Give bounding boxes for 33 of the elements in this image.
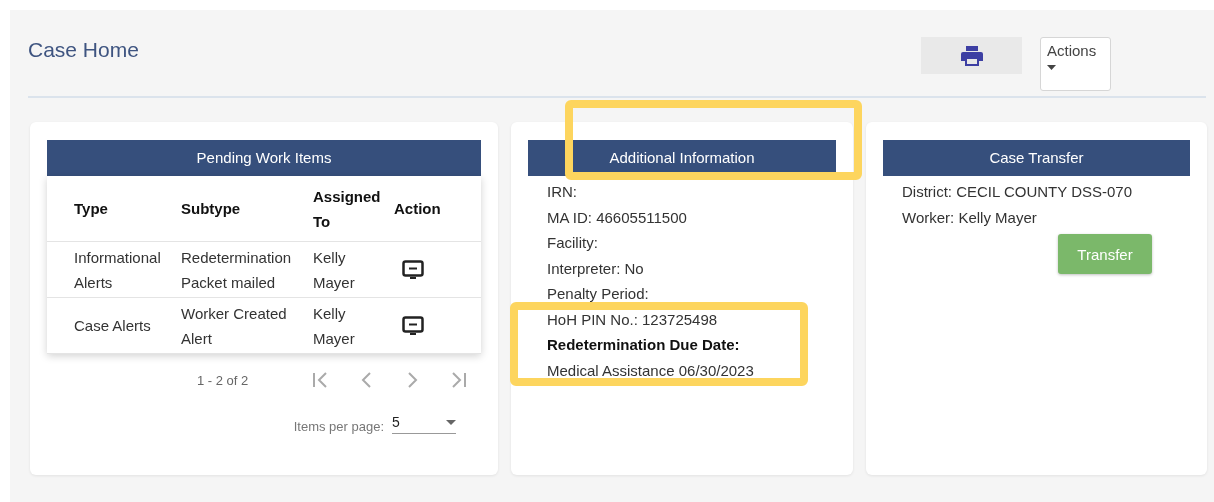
- table-cell-text: Worker Created Alert: [181, 303, 288, 349]
- page-title: Case Home: [28, 38, 139, 62]
- print-icon: [960, 45, 983, 66]
- info-line: Penalty Period:: [547, 284, 650, 304]
- table-cell-text: Kelly Mayer: [313, 303, 356, 349]
- monitor-icon[interactable]: [402, 315, 424, 336]
- table-cell-text: Kelly Mayer: [313, 247, 356, 293]
- table-cell-text: Informational Alerts: [74, 247, 162, 293]
- print-button[interactable]: [921, 37, 1022, 74]
- info-line: Facility:: [547, 233, 599, 253]
- monitor-icon[interactable]: [402, 259, 424, 280]
- card-header: Case Transfer: [883, 140, 1190, 176]
- info-line: Redetermination Due Date:: [547, 335, 741, 355]
- info-line: MA ID: 46605511500: [547, 207, 688, 228]
- items-per-page-select[interactable]: 5: [392, 414, 456, 434]
- table-cell-text: Case Alerts: [74, 316, 152, 336]
- column-header: Assigned To: [313, 186, 382, 232]
- caret-icon: [1047, 65, 1056, 70]
- column-header: Subtype: [181, 199, 242, 219]
- card-header: Pending Work Items: [47, 140, 481, 176]
- table-cell-text: Redetermination Packet mailed: [181, 247, 293, 293]
- column-header: Type: [74, 199, 109, 219]
- info-line: District: CECIL COUNTY DSS-070: [902, 182, 1134, 202]
- column-header: Action: [394, 199, 442, 219]
- info-line: Medical Assistance 06/30/2023: [547, 360, 755, 381]
- info-line: Worker: Kelly Mayer: [902, 207, 1038, 228]
- info-line: HoH PIN No.: 123725498: [547, 309, 719, 330]
- actions-dropdown[interactable]: Actions: [1040, 37, 1111, 91]
- caret-icon: [446, 419, 456, 425]
- items-per-page-label: Items per page:: [293, 419, 384, 434]
- info-line: Interpreter: No: [547, 258, 645, 279]
- info-line: IRN:: [547, 182, 578, 202]
- page-range: 1 - 2 of 2: [197, 372, 249, 388]
